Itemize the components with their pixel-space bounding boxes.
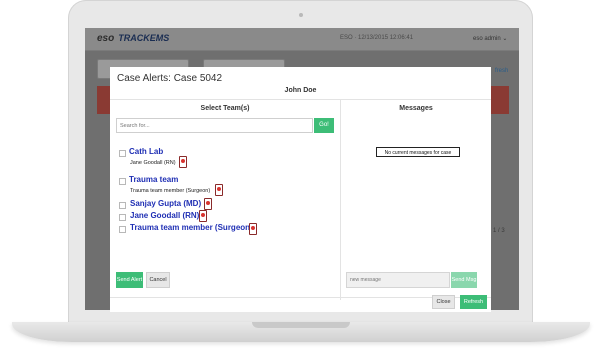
close-button[interactable]: Close bbox=[432, 295, 455, 309]
team-name[interactable]: Cath Lab bbox=[129, 147, 163, 156]
app-logo: eso TRACKEMS bbox=[97, 33, 169, 44]
person-name[interactable]: Jane Goodall (RN) bbox=[130, 211, 199, 220]
logo-brand: eso bbox=[97, 33, 115, 44]
person-name[interactable]: Trauma team member (Surgeon) bbox=[130, 223, 253, 232]
message-input[interactable] bbox=[346, 272, 450, 288]
divider bbox=[110, 99, 491, 100]
phone-icon[interactable] bbox=[204, 198, 212, 210]
team-name[interactable]: Trauma team bbox=[129, 175, 178, 184]
case-alerts-modal: Case Alerts: Case 5042 John Doe Select T… bbox=[110, 67, 491, 312]
phone-icon[interactable] bbox=[199, 210, 207, 222]
person-checkbox[interactable] bbox=[119, 202, 126, 209]
background-link[interactable]: fresh bbox=[495, 68, 508, 74]
person-checkbox[interactable] bbox=[119, 226, 126, 233]
team-member: Jane Goodall (RN) bbox=[130, 160, 176, 166]
app-info: ESO · 12/13/2015 12:06:41 bbox=[340, 35, 414, 41]
select-teams-heading: Select Team(s) bbox=[200, 105, 250, 112]
person-checkbox[interactable] bbox=[119, 214, 126, 221]
phone-icon[interactable] bbox=[249, 223, 257, 235]
column-divider bbox=[340, 100, 341, 300]
team-checkbox[interactable] bbox=[119, 150, 126, 157]
background-pagination: 1 / 3 bbox=[493, 228, 505, 234]
patient-name: John Doe bbox=[284, 87, 317, 94]
team-member: Trauma team member (Surgeon) bbox=[130, 188, 211, 194]
modal-title: Case Alerts: Case 5042 bbox=[117, 73, 223, 84]
user-menu[interactable]: eso admin ⌄ bbox=[473, 35, 507, 42]
team-checkbox[interactable] bbox=[119, 178, 126, 185]
person-name[interactable]: Sanjay Gupta (MD) bbox=[130, 199, 201, 208]
logo-product: TRACKEMS bbox=[118, 33, 170, 43]
go-button[interactable]: Go! bbox=[314, 118, 334, 133]
camera-icon bbox=[299, 13, 303, 17]
send-alert-button[interactable]: Send Alert bbox=[116, 272, 143, 288]
refresh-button[interactable]: Refresh bbox=[460, 295, 487, 309]
messages-heading: Messages bbox=[399, 105, 433, 112]
send-msg-button[interactable]: Send Msg bbox=[451, 272, 477, 288]
phone-icon[interactable] bbox=[215, 184, 223, 196]
phone-icon[interactable] bbox=[179, 156, 187, 168]
app-header: eso TRACKEMS ESO · 12/13/2015 12:06:41 es… bbox=[85, 28, 519, 51]
team-search-input[interactable] bbox=[116, 118, 313, 133]
cancel-button[interactable]: Cancel bbox=[146, 272, 170, 288]
laptop-notch bbox=[252, 322, 350, 328]
no-messages-notice: No current messages for case bbox=[376, 147, 460, 157]
